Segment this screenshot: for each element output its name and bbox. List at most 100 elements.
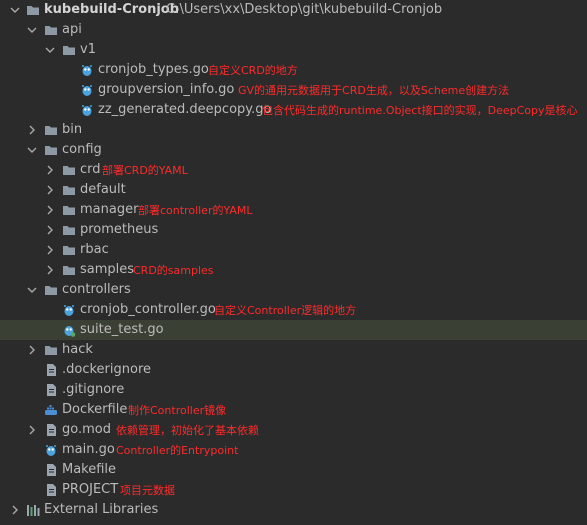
folder-icon [44, 283, 58, 297]
tree-row-external-libraries[interactable]: External Libraries [0, 500, 587, 520]
file-label: zz_generated.deepcopy.go [98, 102, 272, 117]
folder-icon [44, 23, 58, 37]
tree-row-bin[interactable]: bin [0, 120, 587, 140]
tree-row-project-root[interactable]: kubebuild-Cronjob C:\Users\xx\Desktop\gi… [0, 0, 587, 20]
tree-row-prometheus[interactable]: prometheus [0, 220, 587, 240]
folder-label: samples [80, 262, 135, 277]
go-file-icon [62, 303, 76, 317]
tree-row-dockerignore[interactable]: .dockerignore [0, 360, 587, 380]
tree-row-samples[interactable]: samples CRD的samples [0, 260, 587, 280]
chevron-right-icon[interactable] [9, 500, 21, 520]
file-label: cronjob_types.go [98, 62, 209, 77]
annotation: Controller的Entrypoint [116, 444, 239, 457]
text-file-icon [44, 363, 58, 377]
annotation: CRD的samples [133, 264, 214, 277]
file-label: Dockerfile [62, 402, 128, 417]
folder-icon [62, 163, 76, 177]
file-label: .dockerignore [62, 362, 152, 377]
folder-label: rbac [80, 242, 109, 257]
file-label: suite_test.go [80, 322, 164, 337]
chevron-right-icon[interactable] [26, 120, 38, 140]
annotation: 部署controller的YAML [138, 204, 253, 217]
chevron-right-icon[interactable] [44, 240, 56, 260]
folder-icon [44, 143, 58, 157]
tree-row-gitignore[interactable]: .gitignore [0, 380, 587, 400]
tree-row-hack[interactable]: hack [0, 340, 587, 360]
chevron-right-icon[interactable] [44, 260, 56, 280]
annotation: 依赖管理，初始化了基本依赖 [116, 424, 259, 437]
chevron-right-icon[interactable] [26, 420, 38, 440]
file-label: go.mod [62, 422, 111, 437]
tree-row-crd[interactable]: crd 部署CRD的YAML [0, 160, 587, 180]
project-path: C:\Users\xx\Desktop\git\kubebuild-Cronjo… [166, 2, 443, 17]
text-file-icon [44, 483, 58, 497]
tree-row-project-file[interactable]: PROJECT 项目元数据 [0, 480, 587, 500]
file-label: PROJECT [62, 482, 119, 497]
folder-label: External Libraries [44, 502, 159, 517]
tree-row-suite-test[interactable]: suite_test.go [0, 320, 587, 340]
tree-row-groupversion-info[interactable]: groupversion_info.go GV的通用元数据用于CRD生成，以及S… [0, 80, 587, 100]
go-file-icon [80, 83, 94, 97]
annotation: 自定义CRD的地方 [208, 64, 298, 77]
folder-icon [62, 203, 76, 217]
annotation: 自定义Controller逻辑的地方 [214, 304, 357, 317]
annotation: 包含代码生成的runtime.Object接口的实现，DeepCopy是核心 [262, 104, 578, 117]
annotation: 项目元数据 [120, 484, 175, 497]
chevron-right-icon[interactable] [44, 220, 56, 240]
tree-row-dockerfile[interactable]: Dockerfile 制作Controller镜像 [0, 400, 587, 420]
folder-icon [26, 3, 40, 17]
folder-icon [62, 243, 76, 257]
chevron-down-icon[interactable] [44, 40, 56, 60]
file-label: .gitignore [62, 382, 125, 397]
libraries-icon [26, 503, 40, 517]
tree-row-maingo[interactable]: main.go Controller的Entrypoint [0, 440, 587, 460]
tree-row-zz-generated[interactable]: zz_generated.deepcopy.go 包含代码生成的runtime.… [0, 100, 587, 120]
tree-row-gomod[interactable]: go.mod 依赖管理，初始化了基本依赖 [0, 420, 587, 440]
folder-label: crd [80, 162, 101, 177]
go-file-icon [44, 443, 58, 457]
go-file-icon [80, 63, 94, 77]
file-label: Makefile [62, 462, 117, 477]
tree-row-cronjob-controller[interactable]: cronjob_controller.go 自定义Controller逻辑的地方 [0, 300, 587, 320]
folder-icon [44, 123, 58, 137]
chevron-right-icon[interactable] [44, 180, 56, 200]
annotation: GV的通用元数据用于CRD生成，以及Scheme创建方法 [238, 84, 510, 97]
folder-label: v1 [80, 42, 96, 57]
folder-icon [62, 263, 76, 277]
go-mod-file-icon [44, 423, 58, 437]
chevron-right-icon[interactable] [44, 200, 56, 220]
chevron-down-icon[interactable] [26, 280, 38, 300]
file-label: main.go [62, 442, 115, 457]
tree-row-manager[interactable]: manager 部署controller的YAML [0, 200, 587, 220]
folder-label: default [80, 182, 126, 197]
folder-label: config [62, 142, 102, 157]
folder-label: prometheus [80, 222, 159, 237]
folder-label: hack [62, 342, 93, 357]
tree-row-v1[interactable]: v1 [0, 40, 587, 60]
tree-row-api[interactable]: api [0, 20, 587, 40]
annotation: 部署CRD的YAML [102, 164, 188, 177]
tree-row-default[interactable]: default [0, 180, 587, 200]
chevron-down-icon[interactable] [9, 0, 21, 20]
folder-label: bin [62, 122, 83, 137]
tree-row-rbac[interactable]: rbac [0, 240, 587, 260]
folder-icon [62, 223, 76, 237]
chevron-right-icon[interactable] [44, 160, 56, 180]
folder-label: manager [80, 202, 139, 217]
annotation: 制作Controller镜像 [128, 404, 227, 417]
tree-row-makefile[interactable]: Makefile [0, 460, 587, 480]
go-test-file-icon [62, 323, 76, 337]
folder-label: controllers [62, 282, 131, 297]
file-label: cronjob_controller.go [80, 302, 216, 317]
project-tree: kubebuild-Cronjob C:\Users\xx\Desktop\gi… [0, 0, 587, 520]
chevron-down-icon[interactable] [26, 140, 38, 160]
text-file-icon [44, 383, 58, 397]
text-file-icon [44, 463, 58, 477]
tree-row-config[interactable]: config [0, 140, 587, 160]
tree-row-cronjob-types[interactable]: cronjob_types.go 自定义CRD的地方 [0, 60, 587, 80]
chevron-right-icon[interactable] [26, 340, 38, 360]
folder-icon [44, 343, 58, 357]
tree-row-controllers[interactable]: controllers [0, 280, 587, 300]
file-label: groupversion_info.go [98, 82, 235, 97]
chevron-down-icon[interactable] [26, 20, 38, 40]
